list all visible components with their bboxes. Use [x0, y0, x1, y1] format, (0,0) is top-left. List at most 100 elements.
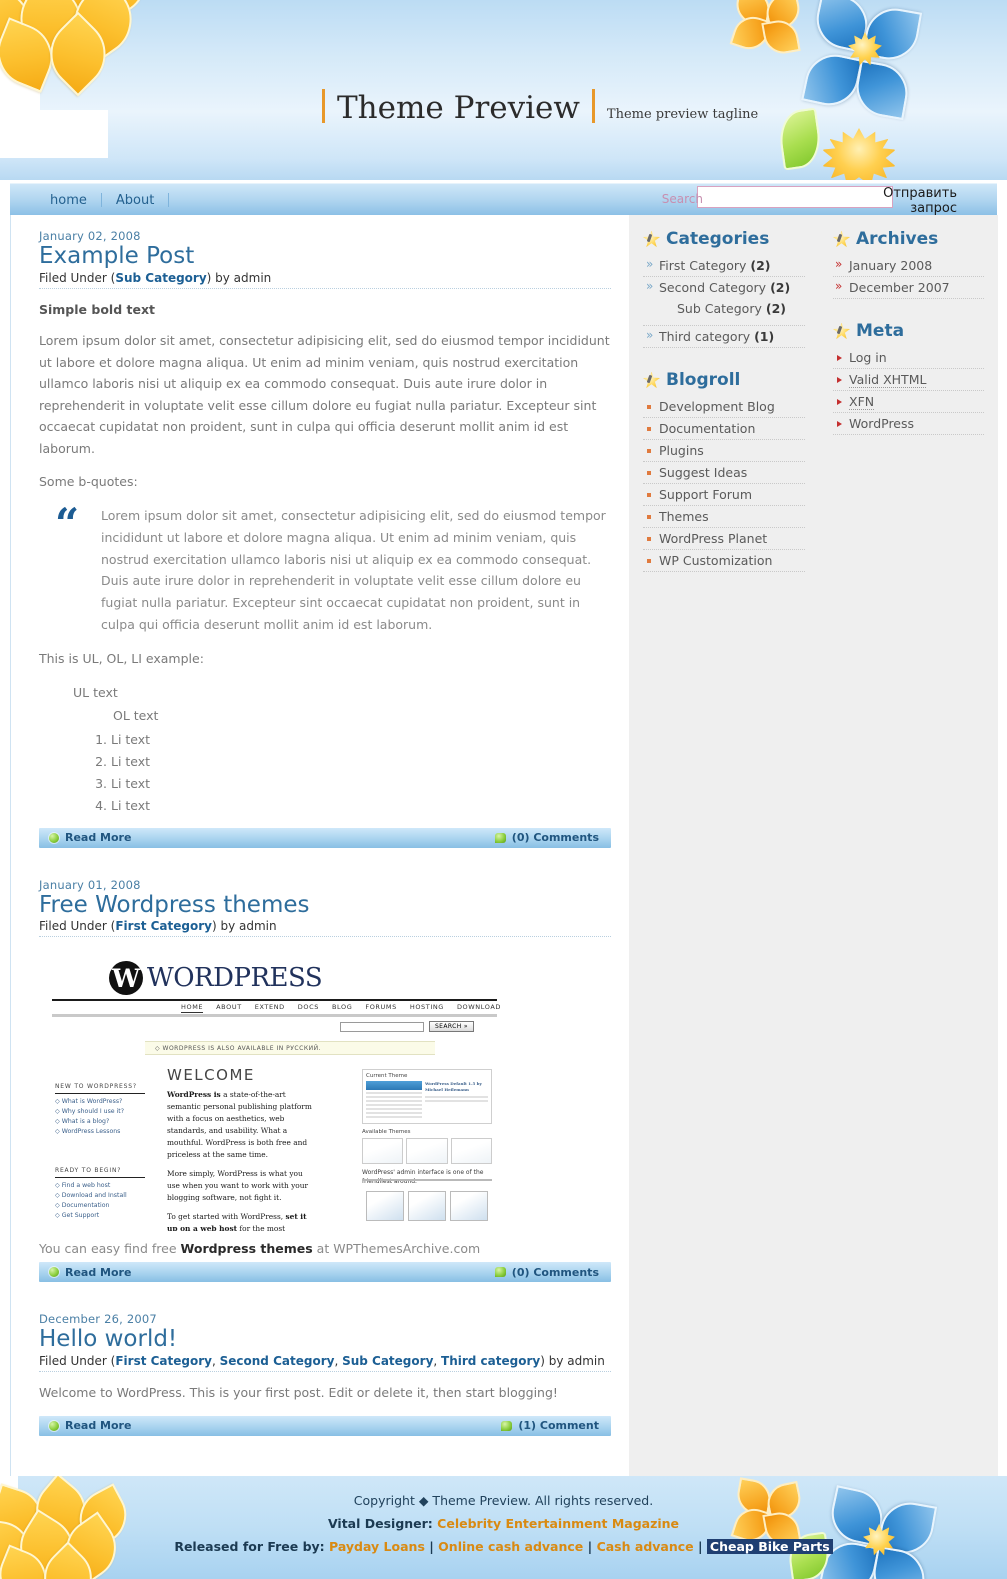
category-link[interactable]: Sub Category [677, 301, 762, 316]
post-paragraph: Lorem ipsum dolor sit amet, consectetur … [39, 333, 610, 456]
nav-link-about[interactable]: About [102, 193, 168, 208]
ul-example-text: UL text [73, 684, 118, 700]
footer-designer-prefix: Vital Designer: [327, 1516, 438, 1532]
read-more-group[interactable]: Read More [49, 831, 131, 844]
filed-under-suffix: ) by admin [211, 919, 277, 934]
footer-link-payday-loans[interactable]: Payday Loans [329, 1539, 425, 1554]
post-footer-bar: Read More (1) Comment [39, 1415, 611, 1436]
archive-item[interactable]: December 2007 [833, 277, 984, 299]
star-icon [643, 372, 660, 389]
read-more-link[interactable]: Read More [65, 831, 131, 844]
category-link[interactable]: Second Category [659, 280, 766, 295]
nav-link-home[interactable]: home [36, 193, 101, 208]
blogroll-link[interactable]: Development Blog [659, 399, 775, 414]
widget-title-meta: Meta [833, 321, 984, 341]
blogroll-link[interactable]: Plugins [659, 443, 704, 458]
comments-link[interactable]: (1) Comment [518, 1419, 599, 1432]
post-title[interactable]: Free Wordpress themes [39, 892, 611, 919]
post-date: December 26, 2007 [39, 1312, 157, 1327]
blogroll-item[interactable]: Suggest Ideas [643, 462, 805, 484]
category-count: (1) [754, 329, 775, 344]
blogroll-item[interactable]: Support Forum [643, 484, 805, 506]
footer-link-cash-advance[interactable]: Cash advance [597, 1539, 694, 1554]
meta-link[interactable]: WordPress [849, 416, 914, 431]
meta-link[interactable]: Log in [849, 350, 887, 365]
post-title[interactable]: Example Post [39, 243, 611, 270]
category-item[interactable]: First Category (2) [643, 255, 805, 277]
meta-link[interactable]: XFN [849, 394, 875, 410]
comments-group[interactable]: (0) Comments [494, 831, 599, 844]
post-category-link[interactable]: First Category [115, 1354, 212, 1368]
wps-divider-3 [362, 1179, 492, 1181]
filed-under-suffix: ) by admin [540, 1354, 605, 1368]
read-more-group[interactable]: Read More [49, 1419, 131, 1432]
post-body: Welcome to WordPress. This is your first… [39, 1372, 611, 1404]
footer-designer-line: Vital Designer: Celebrity Entertainment … [0, 1512, 1007, 1535]
ordered-list-example: Li text Li text Li text Li text [39, 729, 611, 818]
post-bold-lead: Simple bold text [39, 301, 155, 317]
post-title[interactable]: Hello world! [39, 1326, 611, 1353]
wps-theme-card [406, 1138, 448, 1165]
footer-link-cheap-bike-parts[interactable]: Cheap Bike Parts [706, 1539, 833, 1555]
meta-item[interactable]: Valid XHTML [833, 369, 984, 391]
read-more-link[interactable]: Read More [65, 1419, 131, 1432]
search-submit-button[interactable]: Отправить запрос [857, 186, 957, 216]
category-link[interactable]: Third category [659, 329, 750, 344]
footer-link-online-cash-advance[interactable]: Online cash advance [438, 1539, 583, 1554]
nav-item-about[interactable]: About [102, 193, 168, 208]
comments-group[interactable]: (1) Comment [501, 1419, 599, 1432]
widget-blogroll: Blogroll Development Blog Documentation … [643, 370, 805, 572]
footer-designer-link[interactable]: Celebrity Entertainment Magazine [437, 1516, 679, 1531]
post-category-link[interactable]: Sub Category [342, 1354, 433, 1368]
wps-para3-prefix: To get started with WordPress, [167, 1212, 286, 1222]
read-more-icon [49, 1267, 59, 1278]
blogroll-item[interactable]: Development Blog [643, 396, 805, 418]
blogroll-link[interactable]: Documentation [659, 421, 755, 436]
comments-group[interactable]: (0) Comments [494, 1266, 599, 1279]
blogroll-link[interactable]: WP Customization [659, 553, 772, 568]
archive-item[interactable]: January 2008 [833, 255, 984, 277]
post-category-link[interactable]: First Category [115, 919, 212, 933]
post-category-link[interactable]: Third category [441, 1354, 540, 1368]
category-item[interactable]: Second Category (2) [643, 277, 805, 298]
blogroll-item[interactable]: WordPress Planet [643, 528, 805, 550]
blogroll-item[interactable]: Documentation [643, 418, 805, 440]
site-identity: Theme Preview Theme preview tagline [310, 84, 758, 126]
comments-link[interactable]: (0) Comments [512, 1266, 599, 1279]
post-category-link[interactable]: Second Category [220, 1354, 335, 1368]
post-date: January 01, 2008 [39, 877, 141, 892]
meta-item[interactable]: WordPress [833, 413, 984, 435]
wps-theme-name: WordPress Default 1.5 by Michael Heilema… [425, 1081, 482, 1093]
nav-item-home[interactable]: home [36, 193, 101, 208]
wps-ready-item: ◇ Download and Install [55, 1192, 127, 1200]
footer-released-line: Released for Free by: Payday Loans | Onl… [0, 1535, 1007, 1558]
blogroll-link[interactable]: Support Forum [659, 487, 752, 502]
blogroll-link[interactable]: WordPress Planet [659, 531, 767, 546]
blogroll-item[interactable]: WP Customization [643, 550, 805, 572]
footer-content: Copyright ◆ Theme Preview. All rights re… [0, 1476, 1007, 1558]
footer-copyright: Copyright ◆ Theme Preview. All rights re… [353, 1493, 654, 1508]
blogroll-link[interactable]: Themes [659, 509, 709, 524]
meta-link[interactable]: Valid XHTML [849, 372, 927, 388]
category-item[interactable]: Third category (1) [643, 325, 805, 348]
category-link[interactable]: First Category [659, 258, 746, 273]
wps-theme-panel: Current Theme WordPress Default 1.5 by M… [362, 1069, 492, 1186]
wordpress-org-screenshot-image: W WORDPRESS HOME ABOUT EXTEND DOCS BLOG … [47, 951, 502, 1232]
blogroll-item[interactable]: Themes [643, 506, 805, 528]
post-category-link[interactable]: Sub Category [115, 271, 206, 285]
comments-link[interactable]: (0) Comments [512, 831, 599, 844]
wps-nav-item: HOME [181, 1003, 204, 1014]
category-item-sub[interactable]: Sub Category (2) [643, 298, 805, 319]
meta-item[interactable]: Log in [833, 347, 984, 369]
wps-thumb [450, 1191, 488, 1222]
read-more-link[interactable]: Read More [65, 1266, 131, 1279]
read-more-group[interactable]: Read More [49, 1266, 131, 1279]
meta-item[interactable]: XFN [833, 391, 984, 413]
wps-search-input [339, 1021, 424, 1032]
blogroll-link[interactable]: Suggest Ideas [659, 465, 747, 480]
site-title: Theme Preview [337, 90, 580, 126]
archive-link[interactable]: December 2007 [849, 280, 950, 295]
blogroll-item[interactable]: Plugins [643, 440, 805, 462]
wps-ready-item: ◇ Get Support [55, 1212, 100, 1220]
archive-link[interactable]: January 2008 [849, 258, 932, 273]
